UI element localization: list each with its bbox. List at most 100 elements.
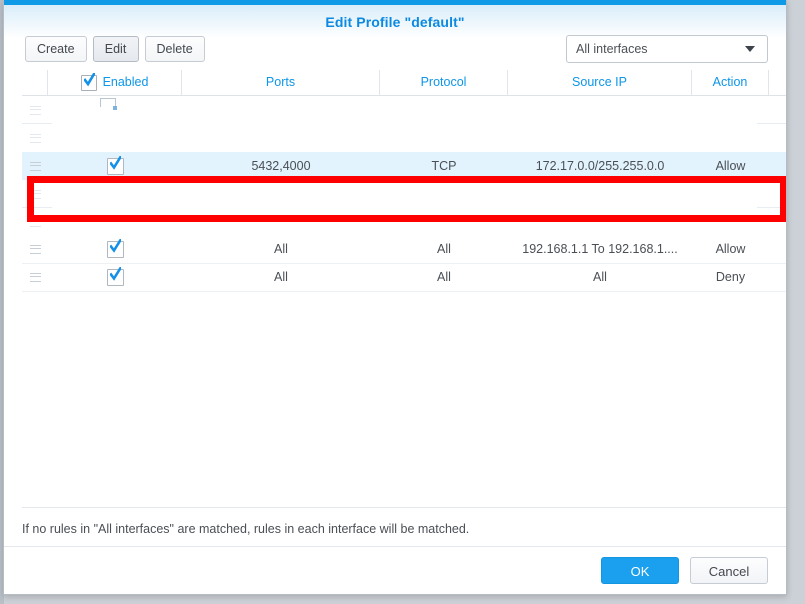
column-header-protocol[interactable]: Protocol bbox=[380, 70, 508, 95]
row-ports-cell bbox=[182, 125, 380, 152]
row-enabled-cell[interactable] bbox=[48, 181, 182, 208]
row-separator bbox=[22, 207, 52, 208]
column-header-enabled[interactable]: Enabled bbox=[48, 70, 182, 95]
footer-note-wrap: If no rules in "All interfaces" are matc… bbox=[22, 507, 786, 536]
grid-header-row: Enabled Ports Protocol Source IP Action bbox=[22, 70, 786, 96]
create-button[interactable]: Create bbox=[25, 36, 87, 62]
row-action-cell bbox=[692, 181, 769, 208]
row-action-cell bbox=[692, 97, 769, 124]
row-drag-handle[interactable] bbox=[22, 264, 48, 291]
column-header-action[interactable]: Action bbox=[692, 70, 769, 95]
interface-dropdown[interactable]: All interfaces bbox=[566, 35, 768, 63]
footer-note: If no rules in "All interfaces" are matc… bbox=[22, 522, 470, 536]
interface-dropdown-value: All interfaces bbox=[576, 42, 648, 56]
chevron-down-icon bbox=[745, 46, 755, 52]
cancel-button[interactable]: Cancel bbox=[690, 557, 768, 584]
row-action-cell: Allow bbox=[715, 242, 746, 256]
toolbar-button-group: Create Edit Delete bbox=[25, 36, 211, 62]
row-ports-cell: All bbox=[274, 270, 288, 284]
row-separator bbox=[22, 179, 52, 180]
row-protocol-cell: All bbox=[437, 270, 451, 284]
row-enabled-cell[interactable] bbox=[48, 125, 182, 152]
row-separator bbox=[22, 123, 52, 124]
table-row[interactable]: All All All Deny bbox=[22, 264, 786, 292]
firewall-rules-grid: Enabled Ports Protocol Source IP Action … bbox=[22, 70, 786, 506]
grid-bottom-separator bbox=[22, 291, 786, 292]
header-reorder-spacer bbox=[22, 70, 48, 95]
row-tail-cell bbox=[769, 236, 786, 263]
select-all-checkbox[interactable] bbox=[80, 72, 97, 91]
row-drag-handle[interactable] bbox=[22, 125, 48, 152]
row-tail-cell bbox=[769, 181, 786, 208]
row-ports-cell: 5432,4000 bbox=[251, 158, 311, 173]
table-row[interactable]: 5432,4000 TCP 172.17.0.0/255.255.0.0 Allow bbox=[22, 152, 786, 180]
row-ports-cell: All bbox=[274, 242, 288, 256]
header-tail-spacer bbox=[769, 70, 786, 95]
table-row[interactable] bbox=[22, 96, 786, 124]
checkmark-icon bbox=[109, 267, 121, 281]
toolbar: Create Edit Delete All interfaces bbox=[4, 34, 786, 68]
row-protocol-cell: All bbox=[437, 242, 451, 256]
dialog-action-bar: OK Cancel bbox=[4, 546, 786, 594]
table-row[interactable] bbox=[22, 208, 786, 236]
row-ports-cell bbox=[182, 209, 380, 236]
drag-handle-icon bbox=[29, 133, 41, 143]
checkmark-icon bbox=[109, 155, 121, 170]
row-protocol-cell bbox=[380, 125, 508, 152]
column-header-enabled-label: Enabled bbox=[102, 75, 149, 89]
row-tail-cell bbox=[769, 264, 786, 291]
row-enabled-checkbox[interactable] bbox=[106, 155, 124, 175]
table-row[interactable] bbox=[22, 124, 786, 152]
row-source-ip-cell bbox=[508, 97, 692, 124]
row-source-ip-cell: All bbox=[593, 270, 607, 284]
delete-button[interactable]: Delete bbox=[144, 36, 205, 62]
row-separator bbox=[757, 179, 786, 180]
checkmark-icon bbox=[83, 72, 95, 86]
row-source-ip-cell: 192.168.1.1 To 192.168.1.... bbox=[522, 242, 678, 256]
row-ports-cell bbox=[182, 181, 380, 208]
row-tail-cell bbox=[769, 153, 786, 180]
row-tail-cell bbox=[769, 97, 786, 124]
row-source-ip-cell bbox=[508, 181, 692, 208]
row-action-cell: Deny bbox=[715, 270, 746, 284]
row-tail-cell bbox=[769, 209, 786, 236]
row-separator bbox=[757, 123, 786, 124]
row-drag-handle[interactable] bbox=[22, 236, 48, 263]
column-header-source-ip[interactable]: Source IP bbox=[508, 70, 692, 95]
drag-handle-icon bbox=[29, 273, 41, 282]
drag-handle-icon bbox=[29, 161, 41, 171]
row-action-cell: Allow bbox=[715, 158, 746, 173]
row-drag-handle[interactable] bbox=[22, 97, 48, 124]
row-enabled-checkbox[interactable] bbox=[106, 239, 124, 258]
edit-profile-dialog: Edit Profile "default" Create Edit Delet… bbox=[3, 0, 787, 595]
row-protocol-cell bbox=[380, 97, 508, 124]
table-row[interactable] bbox=[22, 180, 786, 208]
table-row[interactable]: All All 192.168.1.1 To 192.168.1.... Allow bbox=[22, 236, 786, 264]
row-enabled-cell[interactable] bbox=[48, 236, 182, 263]
row-drag-handle[interactable] bbox=[22, 209, 48, 236]
row-source-ip-cell bbox=[508, 209, 692, 236]
checkmark-icon bbox=[109, 239, 121, 253]
partial-checkbox-artifact bbox=[100, 98, 117, 110]
column-header-ports[interactable]: Ports bbox=[182, 70, 380, 95]
row-source-ip-cell bbox=[508, 125, 692, 152]
row-enabled-checkbox[interactable] bbox=[106, 267, 124, 286]
row-ports-cell bbox=[182, 97, 380, 124]
ok-button[interactable]: OK bbox=[601, 557, 679, 584]
row-enabled-cell[interactable] bbox=[48, 209, 182, 236]
row-protocol-cell bbox=[380, 209, 508, 236]
row-protocol-cell: TCP bbox=[431, 158, 457, 173]
row-protocol-cell bbox=[380, 181, 508, 208]
row-separator bbox=[757, 207, 786, 208]
row-action-cell bbox=[692, 209, 769, 236]
row-enabled-cell[interactable] bbox=[48, 153, 182, 180]
drag-handle-icon bbox=[29, 245, 41, 254]
page-title: Edit Profile "default" bbox=[325, 13, 465, 30]
page-backdrop: Edit Profile "default" Create Edit Delet… bbox=[0, 0, 805, 604]
row-enabled-cell[interactable] bbox=[48, 264, 182, 291]
row-drag-handle[interactable] bbox=[22, 153, 48, 180]
row-drag-handle[interactable] bbox=[22, 181, 48, 208]
drag-handle-icon bbox=[29, 105, 41, 115]
edit-button[interactable]: Edit bbox=[92, 36, 139, 62]
row-tail-cell bbox=[769, 125, 786, 152]
